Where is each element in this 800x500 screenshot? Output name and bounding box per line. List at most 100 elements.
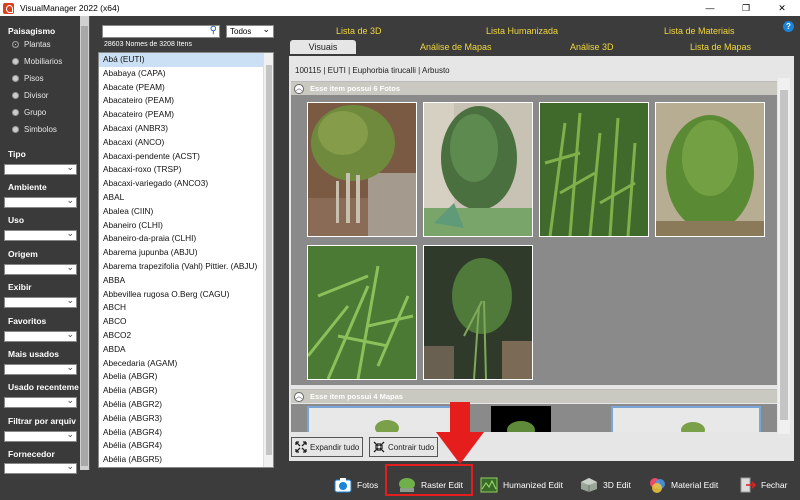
radio-pisos[interactable]: Pisos xyxy=(12,74,44,83)
expand-all-button[interactable]: Expandir tudo xyxy=(291,437,364,457)
raster-edit-icon xyxy=(398,477,416,493)
list-item[interactable]: Abaneiro-da-praia (CLHI) xyxy=(99,232,273,246)
close-button[interactable]: ✕ xyxy=(764,0,800,16)
radio-mobiliarios[interactable]: Mobiliarios xyxy=(12,57,62,66)
list-item[interactable]: Abbevillea rugosa O.Berg (CAGU) xyxy=(99,288,273,302)
list-item[interactable]: Abacateiro (PEAM) xyxy=(99,94,273,108)
list-item[interactable]: Abacate (PEAM) xyxy=(99,81,273,95)
plant-photo-2[interactable] xyxy=(423,102,533,237)
humanized-edit-button[interactable]: Humanized Edit xyxy=(480,474,563,496)
tab-lista-materiais[interactable]: Lista de Materiais xyxy=(664,26,735,36)
filter-select-usado-recentemente[interactable] xyxy=(4,395,77,408)
category-select[interactable]: Todos xyxy=(226,23,274,38)
plant-photo-1[interactable] xyxy=(307,102,417,237)
search-icon[interactable]: ⚲ xyxy=(210,25,217,36)
list-item[interactable]: ABBA xyxy=(99,274,273,288)
3d-edit-button[interactable]: 3D Edit xyxy=(580,474,631,496)
plant-photo-6[interactable] xyxy=(423,245,533,380)
radio-divisor[interactable]: Divisor xyxy=(12,91,48,100)
radio-simbolos[interactable]: Simbolos xyxy=(12,125,57,134)
filter-label-origem: Origem xyxy=(8,249,38,259)
title-bar: VisualManager 2022 (x64) — ❐ ✕ xyxy=(0,0,800,16)
fechar-button[interactable]: Fechar xyxy=(738,474,787,496)
list-item[interactable]: Abá (EUTI) xyxy=(99,53,273,67)
tab-lista-humanizada[interactable]: Lista Humanizada xyxy=(486,26,558,36)
filter-label-usado-recentemente: Usado recenteme xyxy=(8,382,79,392)
tab-analise-3d[interactable]: Análise 3D xyxy=(570,42,614,52)
tab-lista-3d[interactable]: Lista de 3D xyxy=(336,26,382,36)
list-item[interactable]: Abaneiro (CLHI) xyxy=(99,219,273,233)
filter-sidebar: Paisagismo Plantas Mobiliarios Pisos Div… xyxy=(0,16,90,474)
list-item[interactable]: ABCO xyxy=(99,315,273,329)
list-item[interactable]: Abélia (ABGR4) xyxy=(99,426,273,440)
maps-section-header[interactable]: ︿ Esse item possui 4 Mapas xyxy=(291,389,777,403)
plant-photo-4[interactable] xyxy=(655,102,765,237)
collapse-chevron-icon[interactable]: ︿ xyxy=(294,84,304,94)
collapse-all-button[interactable]: Contrair tudo xyxy=(369,437,439,457)
map-thumb-1[interactable] xyxy=(307,406,457,432)
content-scroll-thumb[interactable] xyxy=(780,90,788,420)
list-item[interactable]: ABCO2 xyxy=(99,329,273,343)
content-scrollbar[interactable] xyxy=(778,78,790,434)
list-item[interactable]: Abélia (ABGR5) xyxy=(99,453,273,467)
filter-select-exibir[interactable] xyxy=(4,295,77,308)
list-item[interactable]: Abecedaria (AGAM) xyxy=(99,357,273,371)
filter-label-tipo: Tipo xyxy=(8,149,26,159)
filter-label-favoritos: Favoritos xyxy=(8,316,47,326)
tab-analise-mapas[interactable]: Análise de Mapas xyxy=(420,42,492,52)
list-item[interactable]: Abélia (ABGR3) xyxy=(99,412,273,426)
list-item[interactable]: Ababaya (CAPA) xyxy=(99,67,273,81)
list-item[interactable]: Abacaxi-variegado (ANCO3) xyxy=(99,177,273,191)
list-item[interactable]: Abarema trapezifolia (Vahl) Pittier. (AB… xyxy=(99,260,273,274)
raster-edit-button[interactable]: Raster Edit xyxy=(398,474,463,496)
list-item[interactable]: Abélia (ABGR4) xyxy=(99,439,273,453)
collapse-chevron-icon[interactable]: ︿ xyxy=(294,392,304,402)
tab-visuais[interactable]: Visuais xyxy=(290,40,356,54)
photos-section-header[interactable]: ︿ Esse item possui 6 Fotos xyxy=(291,81,777,95)
item-path: 100115 | EUTI | Euphorbia tirucalli | Ar… xyxy=(295,66,450,75)
filter-select-filtrar-arquivo[interactable] xyxy=(4,429,77,442)
tab-row-top: Lista de 3D Lista Humanizada Lista de Ma… xyxy=(290,26,800,38)
search-input[interactable]: ⚲ xyxy=(102,25,220,38)
list-item[interactable]: Abélia (ABGR) xyxy=(99,384,273,398)
list-scroll-thumb[interactable] xyxy=(266,65,272,455)
filter-select-ambiente[interactable] xyxy=(4,195,77,208)
sidebar-scrollbar[interactable] xyxy=(80,16,89,470)
list-item[interactable]: Abelia (ABGR) xyxy=(99,370,273,384)
filter-select-fornecedor[interactable] xyxy=(4,461,77,474)
filter-select-origem[interactable] xyxy=(4,262,77,275)
list-item[interactable]: Abarema jupunba (ABJU) xyxy=(99,246,273,260)
maximize-button[interactable]: ❐ xyxy=(728,0,764,16)
fotos-button[interactable]: Fotos xyxy=(334,474,378,496)
plant-photo-5[interactable] xyxy=(306,245,417,380)
plant-name-list[interactable]: Abá (EUTI) Ababaya (CAPA) Abacate (PEAM) Ab… xyxy=(98,52,274,468)
list-item[interactable]: Abacateiro (PEAM) xyxy=(99,108,273,122)
sidebar-scroll-thumb[interactable] xyxy=(81,26,88,466)
tab-lista-mapas[interactable]: Lista de Mapas xyxy=(690,42,751,52)
filter-select-tipo[interactable] xyxy=(4,162,77,175)
list-item[interactable]: Abacaxi (ANCO) xyxy=(99,136,273,150)
filter-select-mais-usados[interactable] xyxy=(4,362,77,375)
help-icon[interactable]: ? xyxy=(783,21,794,32)
list-item[interactable]: Abélia (ABGR2) xyxy=(99,398,273,412)
list-item[interactable]: ABCH xyxy=(99,301,273,315)
list-item[interactable]: Abacaxi-roxo (TRSP) xyxy=(99,163,273,177)
minimize-button[interactable]: — xyxy=(692,0,728,16)
material-edit-button[interactable]: Material Edit xyxy=(648,474,718,496)
filter-select-favoritos[interactable] xyxy=(4,329,77,342)
visuais-content: 100115 | EUTI | Euphorbia tirucalli | Ar… xyxy=(289,56,794,461)
radio-dot-icon xyxy=(12,126,19,133)
list-item[interactable]: ABDA xyxy=(99,343,273,357)
list-item[interactable]: Abalea (CIIN) xyxy=(99,205,273,219)
app-logo-icon xyxy=(3,2,14,14)
list-item[interactable]: Abacaxi (ANBR3) xyxy=(99,122,273,136)
map-thumb-2[interactable] xyxy=(491,406,551,432)
list-scrollbar[interactable] xyxy=(263,53,273,467)
filter-select-uso[interactable] xyxy=(4,228,77,241)
plant-photo-3[interactable] xyxy=(539,102,649,237)
list-item[interactable]: ABAL xyxy=(99,191,273,205)
radio-plantas[interactable]: Plantas xyxy=(12,40,51,49)
map-thumb-3[interactable] xyxy=(611,406,761,432)
radio-grupo[interactable]: Grupo xyxy=(12,108,46,117)
list-item[interactable]: Abacaxi-pendente (ACST) xyxy=(99,150,273,164)
